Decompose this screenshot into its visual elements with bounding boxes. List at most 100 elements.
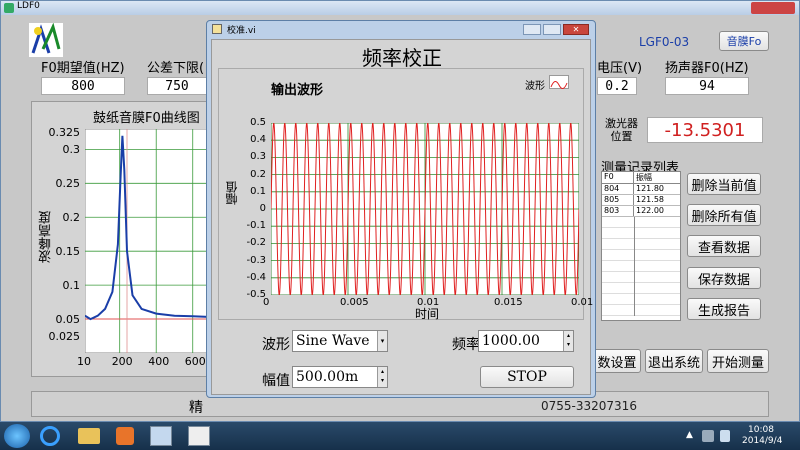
table-row-empty [602, 250, 680, 261]
media-player-icon[interactable] [116, 427, 134, 445]
y-tick-label: 0.5 [250, 117, 266, 128]
y-tick-label: -0.4 [246, 271, 266, 283]
start-button-icon[interactable] [4, 424, 30, 448]
dialog-titlebar: 校准.vi ✕ [207, 21, 595, 37]
table-row[interactable]: 803 122.00 [602, 206, 680, 217]
y-tick-label: 0.4 [250, 134, 266, 146]
f0-expected-input[interactable]: 800 [41, 77, 125, 95]
folder-icon[interactable] [78, 428, 100, 444]
table-row-empty [602, 228, 680, 239]
y-tick-label: 0.2 [62, 211, 81, 225]
curve-title: 鼓纸音膜F0曲线图 [93, 111, 200, 126]
table-row-empty [602, 283, 680, 294]
waveform-select[interactable]: Sine Wave ▾ [292, 330, 388, 352]
footer-left-text: 精 [189, 400, 203, 416]
table-cell: 121.80 [636, 184, 664, 193]
close-icon[interactable]: ✕ [563, 24, 589, 35]
record-header-f0: F0 [602, 172, 634, 183]
tolerance-low-input[interactable]: 750 [147, 77, 207, 95]
waveform-plot [271, 123, 579, 295]
graph-panel: 输出波形 波形 幅值 时间 0.5 0.4 0.3 0.2 0.1 0 -0.1 -0.2 -0… [218, 68, 593, 321]
volume-icon[interactable] [720, 430, 730, 442]
legend-wave-icon[interactable] [549, 75, 569, 89]
amplitude-label: 幅值 [262, 373, 290, 389]
stop-button[interactable]: STOP [480, 366, 574, 388]
y-tick-label: 0.3 [62, 143, 81, 157]
calibration-dialog: 校准.vi ✕ 频率校正 输出波形 波形 幅值 时间 0.5 0.4 0.3 0.2 0… [206, 20, 596, 398]
generate-report-button[interactable]: 生成报告 [687, 298, 761, 320]
header-code: LGF0-03 [639, 35, 690, 49]
field-tolerance-low: 公差下限( [147, 57, 204, 76]
footer-phone: 0755-33207316 [541, 399, 637, 413]
parameter-settings-button[interactable]: 数设置 [593, 349, 641, 373]
company-logo [29, 22, 63, 57]
amplitude-input[interactable]: 500.00m ▴ ▾ [292, 366, 388, 388]
table-row-empty [602, 294, 680, 305]
ie-icon[interactable] [40, 426, 60, 446]
x-tick-label: 400 [148, 355, 170, 368]
table-cell: 122.00 [636, 206, 664, 215]
delete-current-button[interactable]: 删除当前值 [687, 173, 761, 195]
speaker-f0-input[interactable]: 94 [665, 77, 749, 95]
laser-label: 激光器 位置 [605, 117, 638, 143]
frequency-input[interactable]: 1000.00 ▴ ▾ [478, 330, 574, 352]
spinner-icon[interactable]: ▴ ▾ [377, 367, 387, 387]
x-tick-label: 0.005 [340, 297, 369, 308]
x-tick-label: 10 [77, 355, 91, 368]
y-tick-label: 0 [259, 203, 266, 214]
table-cell: 804 [602, 184, 634, 194]
chevron-down-icon[interactable]: ▾ [377, 331, 387, 351]
network-icon[interactable] [702, 430, 714, 442]
window-controls[interactable] [751, 2, 795, 14]
x-tick-label: 600 [184, 355, 206, 368]
tray-up-arrow-icon[interactable]: ▲ [686, 430, 693, 440]
record-header: F0 振幅 [602, 172, 680, 184]
waveform-label: 波形 [262, 337, 290, 353]
x-tick-label: 0.01 [417, 297, 440, 308]
start-measure-button[interactable]: 开始测量 [707, 349, 769, 373]
app-window-icon[interactable] [150, 426, 172, 446]
clock-date[interactable]: 2014/9/4 [742, 436, 782, 446]
app-icon [4, 3, 14, 13]
delete-all-button[interactable]: 删除所有值 [687, 204, 761, 226]
frequency-label: 频率 [452, 337, 480, 353]
field-label: 电压(V) [597, 61, 643, 76]
table-row-empty [602, 239, 680, 250]
table-row[interactable]: 805 121.58 [602, 195, 680, 206]
save-data-button[interactable]: 保存数据 [687, 267, 761, 289]
exit-system-button[interactable]: 退出系统 [645, 349, 703, 373]
view-data-button[interactable]: 查看数据 [687, 235, 761, 257]
main-titlebar: LDF0 [1, 1, 799, 15]
amplitude-value: 500.00m [296, 369, 359, 385]
table-row-empty [602, 272, 680, 283]
y-tick-label: 0.15 [55, 245, 81, 259]
y-tick-label: 0.05 [55, 313, 81, 327]
table-row-empty [602, 305, 680, 316]
header-fo-button[interactable]: 音膜Fo [719, 31, 769, 51]
y-tick-label: 0.1 [250, 185, 266, 197]
f0-curve-chart [85, 129, 211, 353]
logo-graphic [29, 22, 63, 57]
y-tick-label: 0.325 [48, 126, 81, 140]
frequency-value: 1000.00 [482, 333, 540, 349]
legend-wave-swatch [550, 81, 568, 89]
table-row-empty [602, 261, 680, 272]
labview-icon[interactable] [188, 426, 210, 446]
main-title: LDF0 [17, 1, 40, 11]
y-tick-label: 0.1 [62, 279, 81, 293]
spinner-icon[interactable]: ▴ ▾ [563, 331, 573, 351]
clock-time[interactable]: 10:08 [748, 425, 774, 435]
y-tick-label: -0.1 [246, 220, 266, 232]
restore-icon[interactable] [543, 24, 561, 35]
field-label: F0期望值(HZ) [41, 61, 125, 76]
voltage-input[interactable]: 0.2 [597, 77, 637, 95]
table-row-empty [602, 217, 680, 228]
y-tick-label: -0.2 [246, 237, 266, 249]
minimize-icon[interactable] [523, 24, 541, 35]
field-speaker-f0: 扬声器F0(HZ) [665, 57, 749, 76]
taskbar: ▲ 10:08 2014/9/4 [0, 422, 800, 450]
y-tick-label: 0.25 [55, 177, 81, 191]
y-tick-label: -0.3 [246, 254, 266, 266]
record-table[interactable]: F0 振幅 804 121.80 805 121.58 803 122.00 [601, 171, 681, 321]
table-row[interactable]: 804 121.80 [602, 184, 680, 195]
